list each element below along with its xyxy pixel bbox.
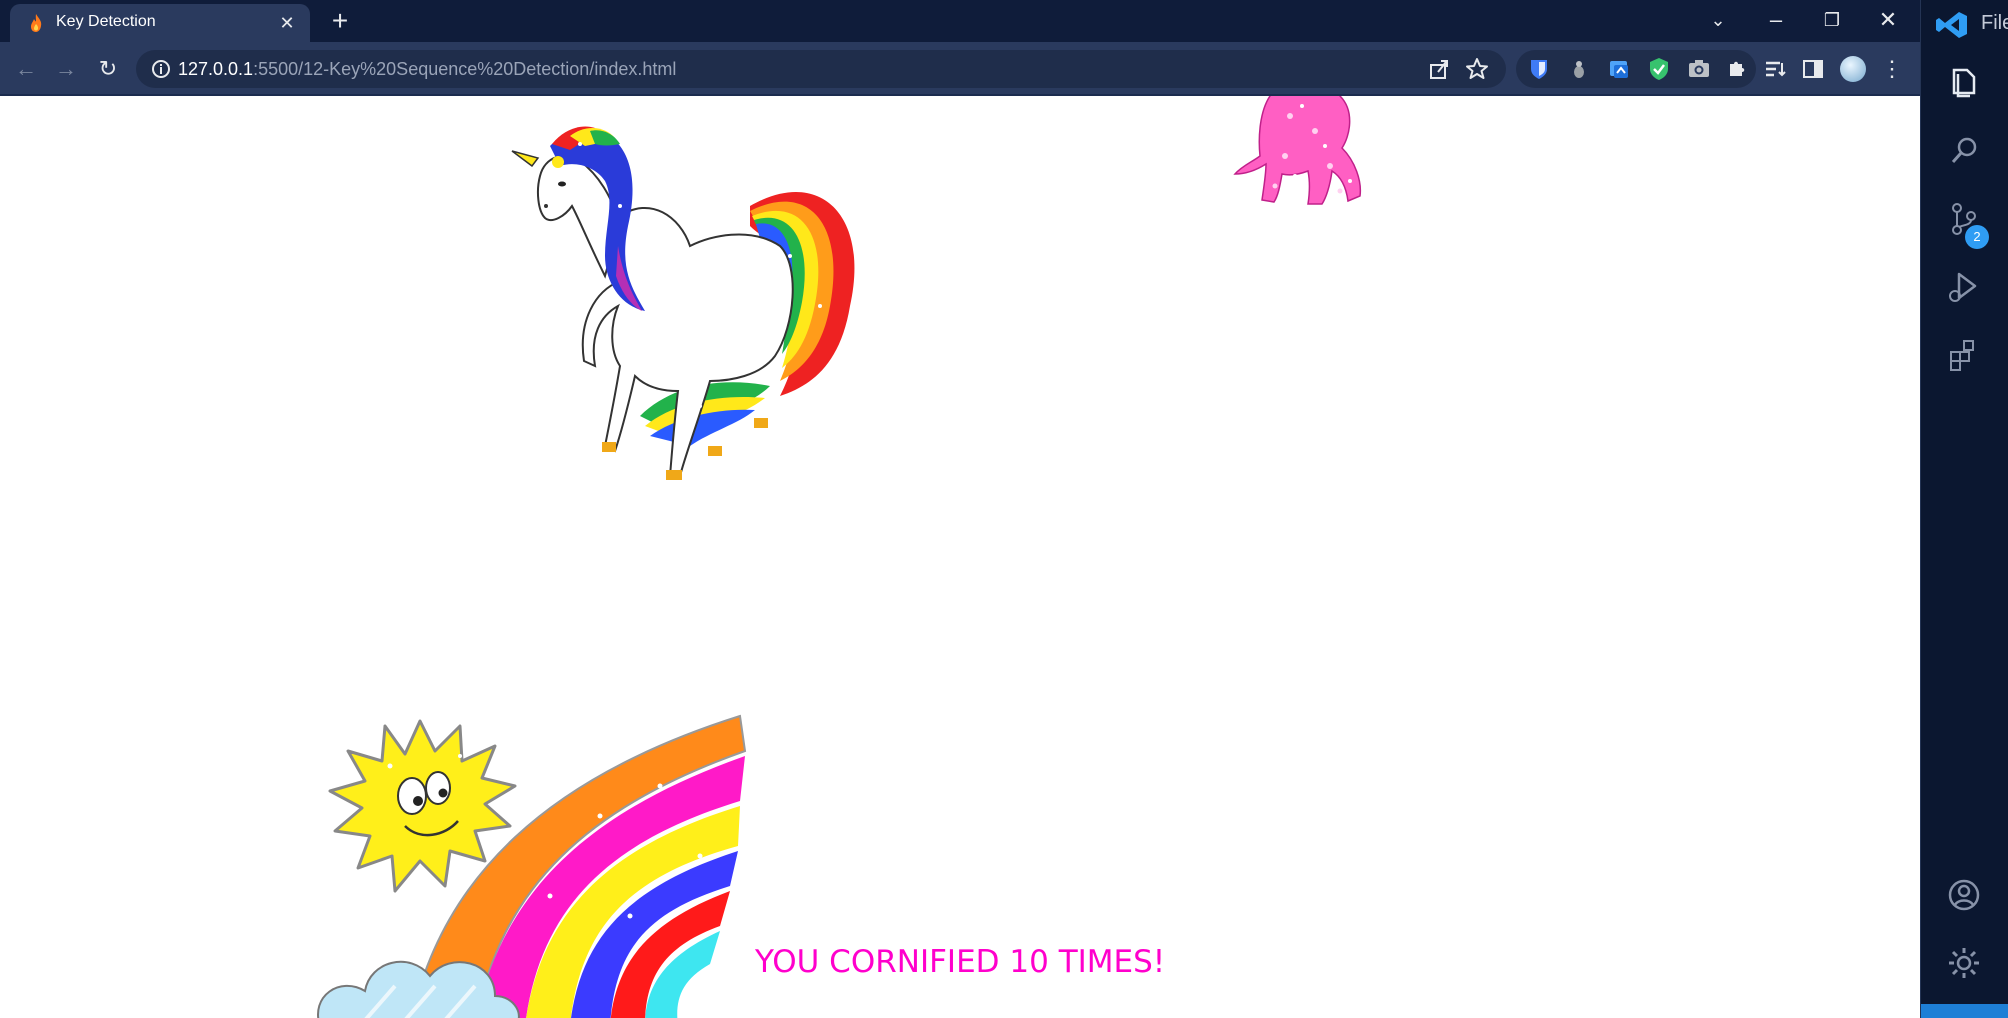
ext-gray-icon[interactable] [1564,54,1594,84]
info-icon[interactable] [150,58,172,80]
file-menu[interactable]: File [1981,12,2008,35]
tab-strip: Key Detection ✕ + ⌄ – ❐ ✕ [0,0,1920,42]
arrow-left-icon[interactable]: ← [12,55,40,83]
account-icon[interactable] [1943,874,1985,916]
tab-title: Key Detection [56,13,156,30]
run-debug-icon[interactable] [1943,266,1985,308]
browser-window: Key Detection ✕ + ⌄ – ❐ ✕ ← → ↻ 127.0.0.… [0,0,1920,1018]
url-host: 127.0.0.1 [178,59,254,79]
cornify-counter: YOU CORNIFIED 10 TIMES! [755,944,1166,980]
restore-icon[interactable]: ❐ [1812,6,1852,34]
tab-key-detection[interactable]: Key Detection ✕ [10,4,310,42]
camera-icon[interactable] [1684,54,1714,84]
arrow-right-icon[interactable]: → [52,55,80,83]
status-bar [1921,1004,2008,1018]
avatar-icon[interactable] [1838,54,1868,84]
extensions-group [1516,50,1756,88]
translate-icon[interactable] [1604,54,1634,84]
address-bar[interactable]: 127.0.0.1:5500/12-Key%20Sequence%20Detec… [136,50,1506,88]
close-icon[interactable]: ✕ [276,12,298,34]
flame-icon [31,14,42,32]
scm-badge: 2 [1965,225,1989,249]
bitwarden-icon[interactable] [1524,54,1554,84]
side-panel-icon[interactable] [1798,54,1828,84]
plus-icon[interactable]: + [326,7,354,36]
page-viewport: YOU CORNIFIED 10 TIMES! [0,96,1920,1018]
gear-icon[interactable] [1943,942,1985,984]
sun-rainbow-image [317,714,747,1018]
share-icon[interactable] [1424,54,1454,84]
close-icon[interactable]: ✕ [1868,6,1908,34]
explorer-icon[interactable] [1943,62,1985,104]
shield-check-icon[interactable] [1644,54,1674,84]
pink-pony-image [1233,96,1362,205]
extensions-icon[interactable] [1943,334,1985,376]
vscode-logo-icon [1936,12,1967,38]
chevron-down-icon[interactable]: ⌄ [1698,6,1738,34]
reload-icon[interactable]: ↻ [94,55,122,83]
url-text[interactable]: 127.0.0.1:5500/12-Key%20Sequence%20Detec… [178,59,676,80]
url-path: :5500/12-Key%20Sequence%20Detection/inde… [253,59,677,79]
search-icon[interactable] [1943,130,1985,172]
browser-toolbar: ← → ↻ 127.0.0.1:5500/12-Key%20Sequence%2… [0,42,1920,96]
puzzle-icon[interactable] [1722,54,1752,84]
unicorn-image [511,126,855,480]
vscode-sidebar: File 2 [1920,0,2008,1018]
kebab-menu-icon[interactable]: ⋮ [1878,55,1906,83]
minimize-icon[interactable]: – [1756,6,1796,34]
reading-list-icon[interactable] [1760,54,1790,84]
star-icon[interactable] [1462,54,1492,84]
